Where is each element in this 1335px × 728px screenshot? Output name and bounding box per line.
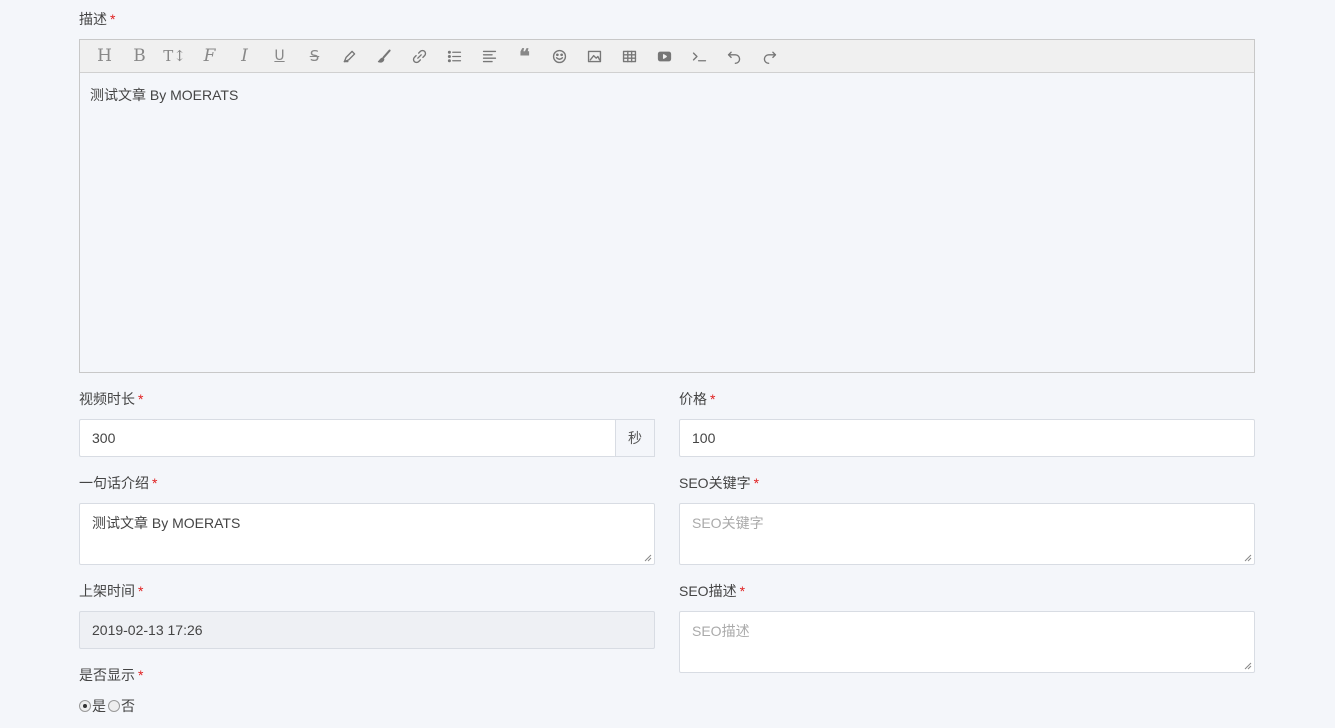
quote-glyph: ❝	[519, 44, 530, 68]
heading-glyph: H	[97, 46, 112, 66]
heading-icon[interactable]: H	[87, 42, 122, 70]
list-icon[interactable]	[437, 42, 472, 70]
seo-description-label-text: SEO描述	[679, 583, 737, 599]
underline-glyph: U	[274, 48, 285, 64]
strikethrough-glyph: S	[309, 47, 320, 65]
resize-handle-icon[interactable]	[1244, 554, 1252, 562]
seo-keywords-textarea[interactable]: SEO关键字	[679, 503, 1255, 565]
visible-no-label[interactable]: 否	[121, 696, 135, 716]
quote-icon[interactable]: ❝	[507, 42, 542, 70]
video-icon[interactable]	[647, 42, 682, 70]
seo-keywords-placeholder: SEO关键字	[692, 515, 764, 531]
price-label-text: 价格	[679, 391, 707, 407]
text-size-icon[interactable]: T↕	[157, 42, 192, 70]
duration-unit: 秒	[628, 430, 642, 446]
emoji-icon[interactable]	[542, 42, 577, 70]
text-size-glyph: T↕	[163, 47, 186, 65]
intro-label: 一句话介绍 *	[79, 473, 157, 493]
bold-glyph: B	[133, 46, 146, 66]
editor-toolbar: H B T↕ F I U S ❝	[80, 40, 1254, 73]
duration-unit-addon: 秒	[615, 419, 655, 457]
required-mark: *	[152, 475, 158, 491]
intro-textarea[interactable]: 测试文章 By MOERATS	[79, 503, 655, 565]
visible-label: 是否显示 *	[79, 665, 143, 685]
font-glyph: F	[203, 46, 216, 66]
code-icon[interactable]	[682, 42, 717, 70]
required-mark: *	[138, 391, 144, 407]
price-input[interactable]: 100	[679, 419, 1255, 457]
intro-label-text: 一句话介绍	[79, 475, 149, 491]
seo-description-label: SEO描述 *	[679, 581, 745, 601]
description-label: 描述 *	[79, 9, 115, 29]
intro-value: 测试文章 By MOERATS	[92, 515, 241, 531]
price-label: 价格 *	[679, 389, 715, 409]
visible-yes-label[interactable]: 是	[92, 696, 106, 716]
publish-time-label: 上架时间 *	[79, 581, 143, 601]
required-mark: *	[138, 667, 144, 683]
visible-radio-group: 是 否	[79, 696, 135, 716]
duration-label-text: 视频时长	[79, 391, 135, 407]
required-mark: *	[110, 11, 116, 27]
font-icon[interactable]: F	[192, 42, 227, 70]
duration-label: 视频时长 *	[79, 389, 143, 409]
duration-value: 300	[92, 430, 116, 446]
highlighter-icon[interactable]	[332, 42, 367, 70]
seo-description-placeholder: SEO描述	[692, 623, 750, 639]
link-icon[interactable]	[402, 42, 437, 70]
visible-yes-radio[interactable]	[79, 700, 91, 712]
underline-icon[interactable]: U	[262, 42, 297, 70]
required-mark: *	[710, 391, 716, 407]
paintbrush-icon[interactable]	[367, 42, 402, 70]
strikethrough-icon[interactable]: S	[297, 42, 332, 70]
bold-icon[interactable]: B	[122, 42, 157, 70]
publish-time-input[interactable]: 2019-02-13 17:26	[79, 611, 655, 649]
visible-no-radio[interactable]	[108, 700, 120, 712]
description-label-text: 描述	[79, 11, 107, 27]
seo-keywords-label: SEO关键字 *	[679, 473, 759, 493]
undo-icon[interactable]	[717, 42, 752, 70]
align-icon[interactable]	[472, 42, 507, 70]
required-mark: *	[739, 583, 746, 599]
redo-icon[interactable]	[752, 42, 787, 70]
visible-label-text: 是否显示	[79, 667, 135, 683]
resize-handle-icon[interactable]	[1244, 662, 1252, 670]
duration-input[interactable]: 300	[79, 419, 616, 457]
editor-text: 测试文章 By MOERATS	[90, 87, 239, 103]
italic-glyph: I	[241, 46, 248, 66]
editor-content[interactable]: 测试文章 By MOERATS	[80, 73, 1254, 117]
seo-description-textarea[interactable]: SEO描述	[679, 611, 1255, 673]
publish-time-label-text: 上架时间	[79, 583, 135, 599]
publish-time-value: 2019-02-13 17:26	[92, 622, 203, 638]
image-icon[interactable]	[577, 42, 612, 70]
rich-text-editor: H B T↕ F I U S ❝ 测试文章 By MOERATS	[79, 39, 1255, 373]
resize-handle-icon[interactable]	[644, 554, 652, 562]
italic-icon[interactable]: I	[227, 42, 262, 70]
table-icon[interactable]	[612, 42, 647, 70]
course-edit-form: 描述 * H B T↕ F I U S ❝ 测试文章 By MOERATS 视频…	[0, 0, 1335, 728]
required-mark: *	[138, 583, 144, 599]
seo-keywords-label-text: SEO关键字	[679, 475, 751, 491]
required-mark: *	[753, 475, 760, 491]
price-value: 100	[692, 430, 716, 446]
